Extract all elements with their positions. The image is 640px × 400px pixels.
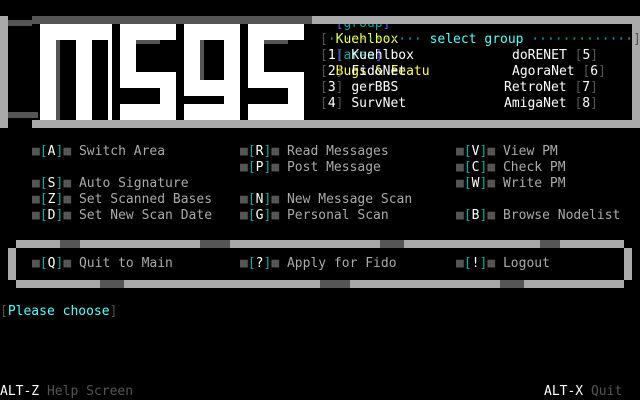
group-option-6[interactable]: AgoraNet [6] (512, 64, 606, 80)
menu-set-new-scan-date[interactable]: ■[D]■ Set New Scan Date (32, 208, 212, 224)
group-option-8[interactable]: AmigaNet [8] (504, 96, 598, 112)
menu-post-message[interactable]: ■[P]■ Post Message (240, 160, 381, 176)
menu-write-pm[interactable]: ■[W]■ Write PM (456, 176, 566, 192)
help-hint[interactable]: ALT-Z Help Screen (0, 384, 133, 400)
menu-auto-signature[interactable]: ■[S]■ Auto Signature (32, 176, 189, 192)
select-group-title: [············ select group ·············… (320, 32, 640, 47)
group-option-7[interactable]: RetroNet [7] (504, 80, 598, 96)
group-option-3[interactable]: [3] gerBBS (320, 80, 398, 96)
command-prompt[interactable]: [Please choose] (0, 304, 117, 320)
menu-switch-area[interactable]: ■[A]■ Switch Area (32, 144, 165, 160)
msgs-logo (40, 24, 304, 120)
group-option-4[interactable]: [4] SurvNet (320, 96, 406, 112)
menu-apply-for-fido[interactable]: ■[?]■ Apply for Fido (240, 256, 397, 272)
menu-check-pm[interactable]: ■[C]■ Check PM (456, 160, 566, 176)
menu-view-pm[interactable]: ■[V]■ View PM (456, 144, 558, 160)
menu-logout[interactable]: ■[!]■ Logout (456, 256, 550, 272)
menu-new-message-scan[interactable]: ■[N]■ New Message Scan (240, 192, 412, 208)
menu-read-messages[interactable]: ■[R]■ Read Messages (240, 144, 389, 160)
group-option-1[interactable]: [1] Kuehlbox (320, 48, 414, 64)
group-option-2[interactable]: [2] FidoNet (320, 64, 406, 80)
quit-hint[interactable]: ALT-X Quit (544, 384, 622, 400)
menu-browse-nodelist[interactable]: ■[B]■ Browse Nodelist (456, 208, 620, 224)
menu-personal-scan[interactable]: ■[G]■ Personal Scan (240, 208, 389, 224)
menu-set-scanned-bases[interactable]: ■[Z]■ Set Scanned Bases (32, 192, 212, 208)
menu-quit-to-main[interactable]: ■[Q]■ Quit to Main (32, 256, 173, 272)
group-option-5[interactable]: doRENET [5] (512, 48, 598, 64)
